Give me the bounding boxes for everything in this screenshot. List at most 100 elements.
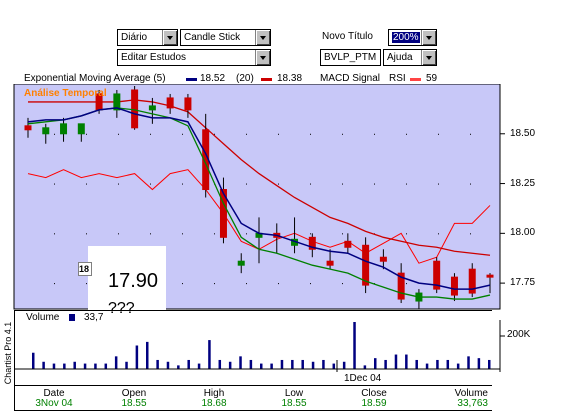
candle-body [486,274,494,278]
volume-bar [208,340,211,369]
ema5-legend-value: 18.52 [200,73,226,84]
grid-dot [406,133,407,135]
footer-value-low: 18.55 [281,398,307,409]
grid-dot [310,183,311,185]
ema-legend-label: Exponential Moving Average (5) [24,73,166,84]
chevron-down-icon[interactable] [255,50,270,65]
chevron-down-icon[interactable] [255,30,270,45]
volume-date-marker: 1Dec 04 [344,373,382,384]
new-title-label: Novo Título [322,31,373,42]
candle-body [450,276,458,296]
grid-dot [278,283,279,285]
footer-value-volume: 33,763 [457,398,488,409]
volume-bar [353,322,356,369]
volume-bar [63,363,66,369]
grid-dot [118,233,119,235]
volume-bar [332,363,336,369]
grid-dot [438,133,439,135]
volume-bar [94,363,97,369]
volume-bar [405,354,408,369]
rsi-legend-value: 59 [426,73,438,84]
ticker-input[interactable]: BVLP_PTM [320,49,381,66]
volume-bar [384,359,387,369]
volume-bar [456,363,460,369]
volume-bar [477,358,481,369]
grid-dot [406,233,407,235]
grid-dot [470,233,471,235]
volume-bar [291,359,294,369]
candle-body [131,89,139,129]
chevron-down-icon[interactable] [162,30,177,45]
candle-body [344,240,352,248]
volume-bar [374,358,377,369]
candle-body [60,123,68,135]
tooltip-price: 17.90 [108,270,159,292]
volume-bar [197,363,201,369]
volume-bar [135,345,139,369]
price-chart[interactable] [0,84,568,310]
grid-dot [342,233,343,235]
hidden-label-box: 18 [78,262,92,276]
candle-body [148,105,156,111]
volume-bar [415,359,418,369]
studies-select-value: Editar Estudos [121,52,187,63]
grid-dot [246,183,247,185]
volume-bar [488,359,491,369]
volume-bar [166,361,170,369]
grid-dot [374,133,375,135]
footer-value-close: 18.59 [361,398,387,409]
volume-bar [425,363,429,369]
volume-bar [187,359,190,369]
grid-dot [470,183,471,185]
price-tooltip: 17.90 ??? [88,246,166,320]
grid-dot [54,183,55,185]
footer-top-line [14,385,492,386]
grid-dot [246,233,247,235]
chevron-down-icon[interactable] [421,30,436,45]
volume-axis-label: 200K [507,329,531,340]
volume-bar [363,365,367,369]
help-select[interactable]: Ajuda [383,49,437,66]
grid-dot [310,283,311,285]
grid-dot [438,183,439,185]
grid-dot [86,283,87,285]
zoom-select[interactable]: 200% [388,29,437,46]
volume-bar [32,352,35,369]
volume-bar [177,365,180,369]
volume-bar [322,359,325,369]
grid-dot [342,283,343,285]
chartist-side-label: Chartist Pro 4.1 [3,321,13,385]
studies-select[interactable]: Editar Estudos [117,49,271,66]
candle-body [379,256,387,262]
period-select[interactable]: Diário [117,29,178,46]
footer-left-line [14,310,15,411]
volume-bar [342,361,346,369]
grid-dot [246,283,247,285]
volume-bar [270,363,273,369]
grid-dot [54,133,55,135]
candle-body [166,97,174,109]
volume-bar [467,356,470,369]
chevron-down-icon[interactable] [421,50,436,65]
candle-body [362,244,370,286]
volume-chart[interactable] [0,320,568,372]
volume-bar [218,359,222,369]
rsi-legend-swatch [410,78,421,81]
volume-bar [394,354,398,369]
candle-body [77,123,85,135]
chart-type-select[interactable]: Candle Stick [180,29,271,46]
zoom-select-value: 200% [392,32,420,43]
grid-dot [406,283,407,285]
rsi-legend-label: RSI [389,73,406,84]
candle-body [237,260,245,266]
price-axis-label: 18.25 [510,177,536,189]
ema5-legend-swatch [186,78,197,81]
grid-dot [118,183,119,185]
volume-bar [301,359,304,369]
grid-dot [150,183,151,185]
grid-dot [54,283,55,285]
grid-dot [118,133,119,135]
footer-values: 3Nov 04 18.55 18.68 18.55 18.59 33,763 [14,398,492,409]
footer-bottom-line [14,410,492,411]
grid-dot [182,233,183,235]
